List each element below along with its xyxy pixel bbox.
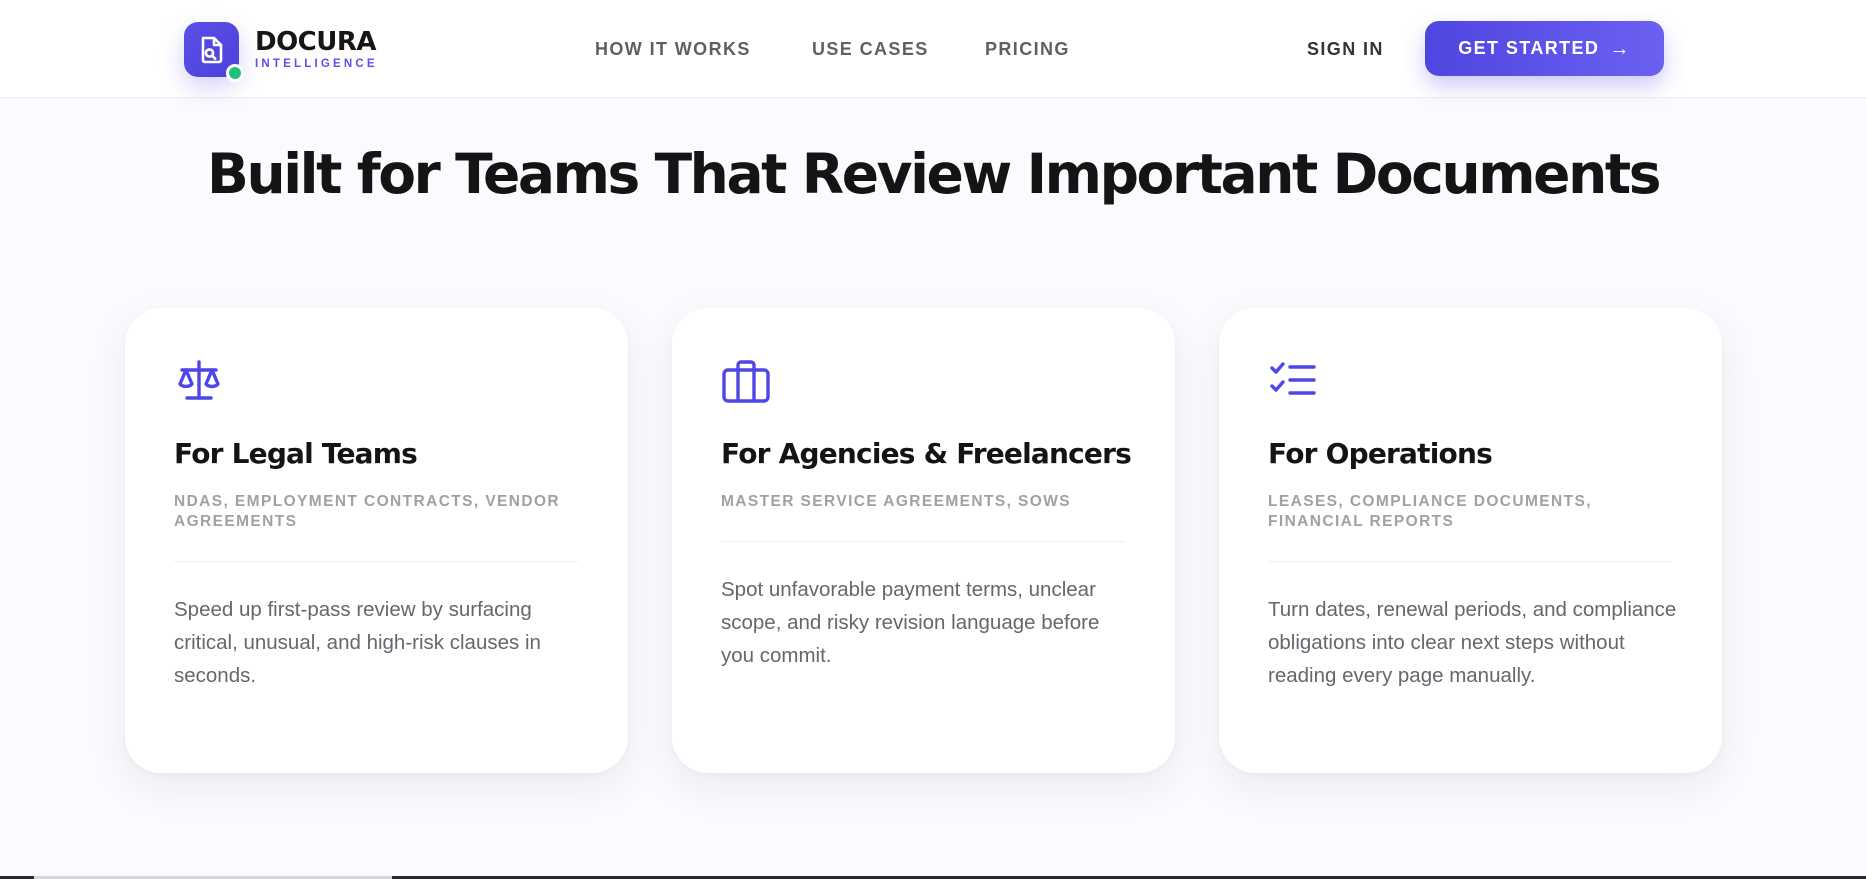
arrow-right-icon: → <box>1609 37 1631 60</box>
use-case-card-agencies: For Agencies & Freelancers MASTER SERVIC… <box>672 308 1175 773</box>
card-divider <box>174 561 578 562</box>
brand-name: DOCURA <box>255 26 377 57</box>
card-tag: MASTER SERVICE AGREEMENTS, SOWS <box>721 493 1071 510</box>
card-title: For Agencies & Freelancers <box>721 437 1132 470</box>
site-header: DOCURA INTELLIGENCE HOW IT WORKS USE CAS… <box>0 0 1866 98</box>
card-description: Spot unfavorable payment terms, unclear … <box>721 578 1100 667</box>
status-dot <box>226 63 244 82</box>
card-title: For Legal Teams <box>174 437 418 470</box>
card-description: Speed up first-pass review by surfacing … <box>174 598 541 687</box>
checklist-icon <box>1270 362 1316 395</box>
nav-how-it-works[interactable]: HOW IT WORKS <box>595 38 751 60</box>
brand-logo[interactable]: DOCURA INTELLIGENCE <box>184 21 378 82</box>
get-started-label: GET STARTED <box>1458 38 1600 58</box>
brand-tagline: INTELLIGENCE <box>255 57 378 70</box>
use-case-card-legal: For Legal Teams NDAS, EMPLOYMENT CONTRAC… <box>125 308 628 773</box>
card-tag: NDAS, EMPLOYMENT CONTRACTS, VENDOR AGREE… <box>174 493 561 530</box>
briefcase-icon <box>722 360 770 403</box>
card-divider <box>1268 561 1672 562</box>
document-search-icon <box>184 21 244 82</box>
scale-icon <box>178 360 220 400</box>
card-title: For Operations <box>1268 437 1493 470</box>
sign-in-link[interactable]: SIGN IN <box>1307 38 1384 60</box>
nav-use-cases[interactable]: USE CASES <box>812 38 929 60</box>
nav-pricing[interactable]: PRICING <box>985 38 1070 60</box>
section-title: Built for Teams That Review Important Do… <box>206 142 1662 206</box>
card-divider <box>721 541 1125 542</box>
use-case-card-operations: For Operations LEASES, COMPLIANCE DOCUME… <box>1219 308 1722 773</box>
get-started-button[interactable]: GET STARTED → <box>1425 21 1664 76</box>
card-tag: LEASES, COMPLIANCE DOCUMENTS, FINANCIAL … <box>1268 493 1592 530</box>
card-description: Turn dates, renewal periods, and complia… <box>1268 598 1677 687</box>
